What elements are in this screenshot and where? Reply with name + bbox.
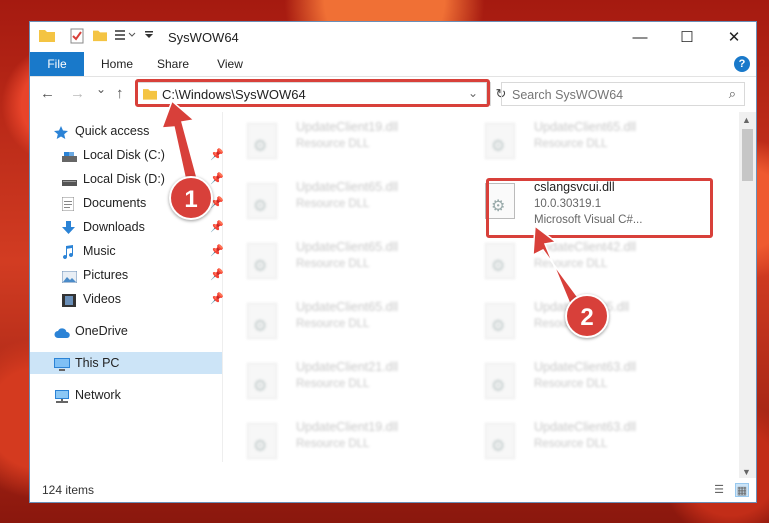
callout-arrows <box>160 99 581 311</box>
callout-badge-1: 1 <box>169 176 213 220</box>
callout-badge-2: 2 <box>565 294 609 338</box>
arrow-2 <box>532 224 581 311</box>
